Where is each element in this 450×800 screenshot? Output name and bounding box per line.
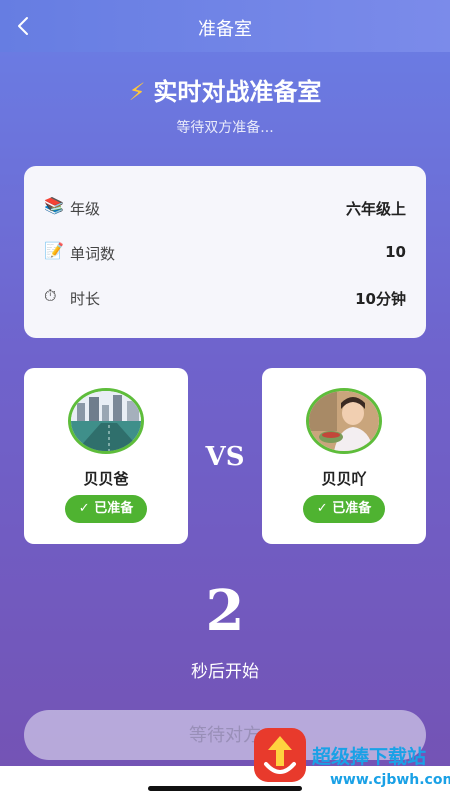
- player-card-opponent: 贝贝吖 ✓ 已准备: [262, 368, 426, 544]
- room-subtitle: 等待双方准备...: [176, 120, 274, 136]
- stopwatch-icon: ⏱: [44, 286, 57, 305]
- info-value-word-count: 10: [385, 243, 406, 261]
- vs-label: VS: [205, 442, 245, 472]
- info-label-grade: 年级: [70, 200, 101, 218]
- info-row-grade: 📚 年级 六年级上: [44, 194, 406, 222]
- page-title: 准备室: [198, 19, 252, 40]
- books-icon: 📚: [44, 196, 64, 215]
- info-value-duration: 10分钟: [355, 290, 406, 308]
- watermark-logo: [252, 726, 308, 784]
- player-card-self: 贝贝爸 ✓ 已准备: [24, 368, 188, 544]
- player-name: 贝贝吖: [321, 470, 367, 488]
- ready-badge: ✓ 已准备: [65, 495, 147, 523]
- countdown-number: 2: [205, 578, 245, 644]
- info-label-duration: 时长: [70, 290, 101, 308]
- watermark-text: 超级捧下载站: [312, 746, 427, 768]
- nav-bar: 准备室: [0, 0, 450, 52]
- home-indicator[interactable]: [148, 786, 302, 791]
- info-row-word-count: 📝 单词数 10: [44, 239, 406, 267]
- ready-badge: ✓ 已准备: [303, 495, 385, 523]
- lightning-icon: ⚡: [128, 78, 146, 106]
- watermark-url: www.cjbwh.com: [330, 772, 450, 788]
- player-name: 贝贝爸: [83, 470, 129, 488]
- memo-icon: 📝: [44, 241, 64, 260]
- avatar: [306, 388, 382, 454]
- room-heading: ⚡ 实时对战准备室: [0, 72, 450, 107]
- room-title: 实时对战准备室: [153, 78, 322, 106]
- match-info-card: 📚 年级 六年级上 📝 单词数 10 ⏱ 时长 10分钟: [24, 166, 426, 338]
- info-row-duration: ⏱ 时长 10分钟: [44, 284, 406, 312]
- avatar: [68, 388, 144, 454]
- countdown-label: 秒后开始: [191, 662, 259, 682]
- info-label-word-count: 单词数: [70, 245, 116, 263]
- info-value-grade: 六年级上: [345, 200, 406, 218]
